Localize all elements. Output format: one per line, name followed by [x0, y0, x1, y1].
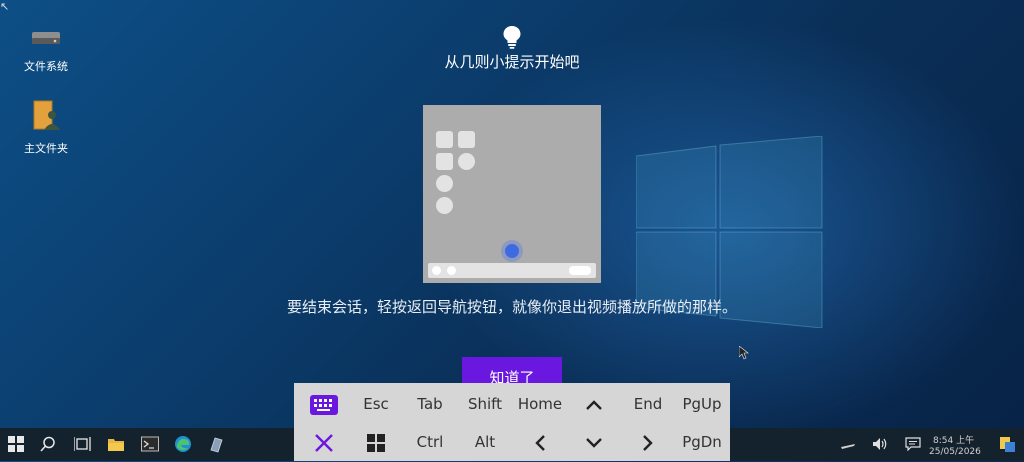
- illustration-nav-bar: [428, 263, 596, 278]
- ctrl-key[interactable]: Ctrl: [406, 422, 454, 460]
- virtual-keyboard-bar: Esc Tab Shift Home End PgUp Ctrl Alt PgD…: [294, 383, 730, 461]
- start-icon[interactable]: [6, 434, 26, 454]
- close-icon[interactable]: [298, 422, 350, 460]
- clock-date[interactable]: 25/05/2026: [929, 447, 981, 457]
- tip-title: 从几则小提示开始吧: [444, 53, 580, 71]
- arrow-right-icon[interactable]: [624, 422, 672, 460]
- keyboard-icon[interactable]: [298, 384, 350, 422]
- windows-key-icon[interactable]: [352, 422, 400, 460]
- lightbulb-icon: [503, 26, 521, 49]
- notification-icon[interactable]: [903, 434, 923, 454]
- mouse-cursor-icon: [739, 346, 749, 360]
- arrow-down-icon[interactable]: [570, 422, 618, 460]
- touch-point-icon: [505, 244, 519, 258]
- tip-body: 要结束会话，轻按返回导航按钮，就像你退出视频播放所做的那样。: [286, 298, 737, 316]
- task-view-icon[interactable]: [73, 434, 93, 454]
- edge-icon[interactable]: [173, 434, 193, 454]
- arrow-up-icon[interactable]: [570, 384, 618, 422]
- esc-key[interactable]: Esc: [352, 384, 400, 422]
- pgdn-key[interactable]: PgDn: [676, 422, 728, 460]
- arrow-left-icon[interactable]: [512, 422, 568, 460]
- end-key[interactable]: End: [624, 384, 672, 422]
- pgup-key[interactable]: PgUp: [676, 384, 728, 422]
- file-explorer-icon[interactable]: [106, 434, 126, 454]
- tab-key[interactable]: Tab: [406, 384, 454, 422]
- user-icon[interactable]: [997, 434, 1017, 454]
- terminal-icon[interactable]: [140, 434, 160, 454]
- alt-key[interactable]: Alt: [460, 422, 510, 460]
- network-icon[interactable]: [838, 434, 858, 454]
- home-key[interactable]: Home: [512, 384, 568, 422]
- tip-illustration: [423, 105, 601, 283]
- clock-time[interactable]: 8:54 上午: [933, 433, 974, 446]
- volume-icon[interactable]: [870, 434, 890, 454]
- search-icon[interactable]: [38, 434, 58, 454]
- app-icon[interactable]: [206, 434, 226, 454]
- shift-key[interactable]: Shift: [460, 384, 510, 422]
